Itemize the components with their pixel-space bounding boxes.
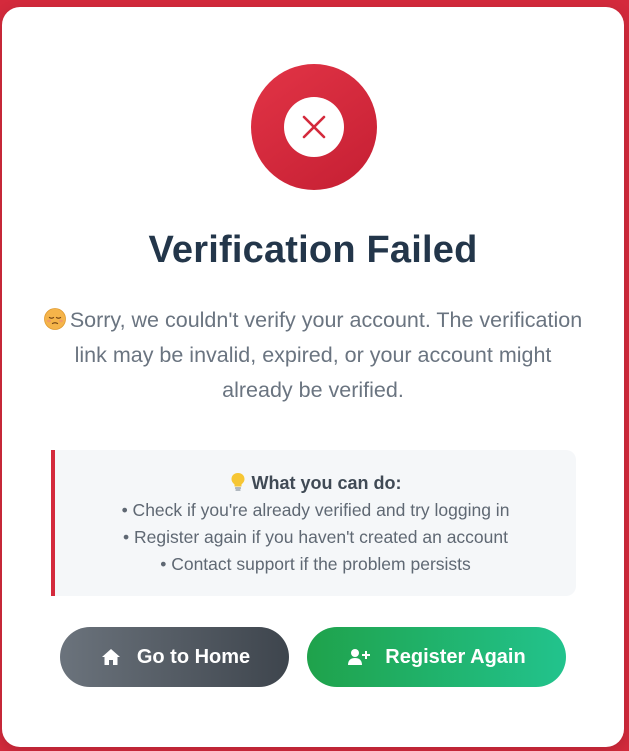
user-plus-icon: [347, 647, 371, 667]
error-message-text: Sorry, we couldn't verify your account. …: [69, 308, 583, 402]
lightbulb-icon: [230, 472, 246, 492]
tips-list: • Check if you're already verified and t…: [55, 497, 576, 578]
list-item: • Register again if you haven't created …: [123, 527, 508, 547]
list-item: • Check if you're already verified and t…: [121, 500, 510, 520]
error-message: Sorry, we couldn't verify your account. …: [42, 303, 584, 408]
home-icon: [99, 647, 123, 667]
go-to-home-button[interactable]: Go to Home: [60, 627, 289, 687]
error-status-badge: [251, 64, 377, 190]
verification-card: Verification Failed Sorry, we couldn't v…: [2, 7, 624, 747]
register-again-label: Register Again: [385, 645, 526, 668]
help-tips-box: What you can do: • Check if you're alrea…: [51, 450, 576, 596]
page-title: Verification Failed: [148, 229, 478, 271]
tips-heading: What you can do:: [55, 470, 576, 497]
go-to-home-label: Go to Home: [136, 645, 251, 668]
pensive-face-icon: [43, 306, 66, 330]
list-item: • Contact support if the problem persist…: [160, 554, 471, 574]
x-icon: [284, 97, 344, 157]
tips-heading-text: What you can do:: [251, 473, 402, 493]
register-again-button[interactable]: Register Again: [307, 627, 566, 687]
